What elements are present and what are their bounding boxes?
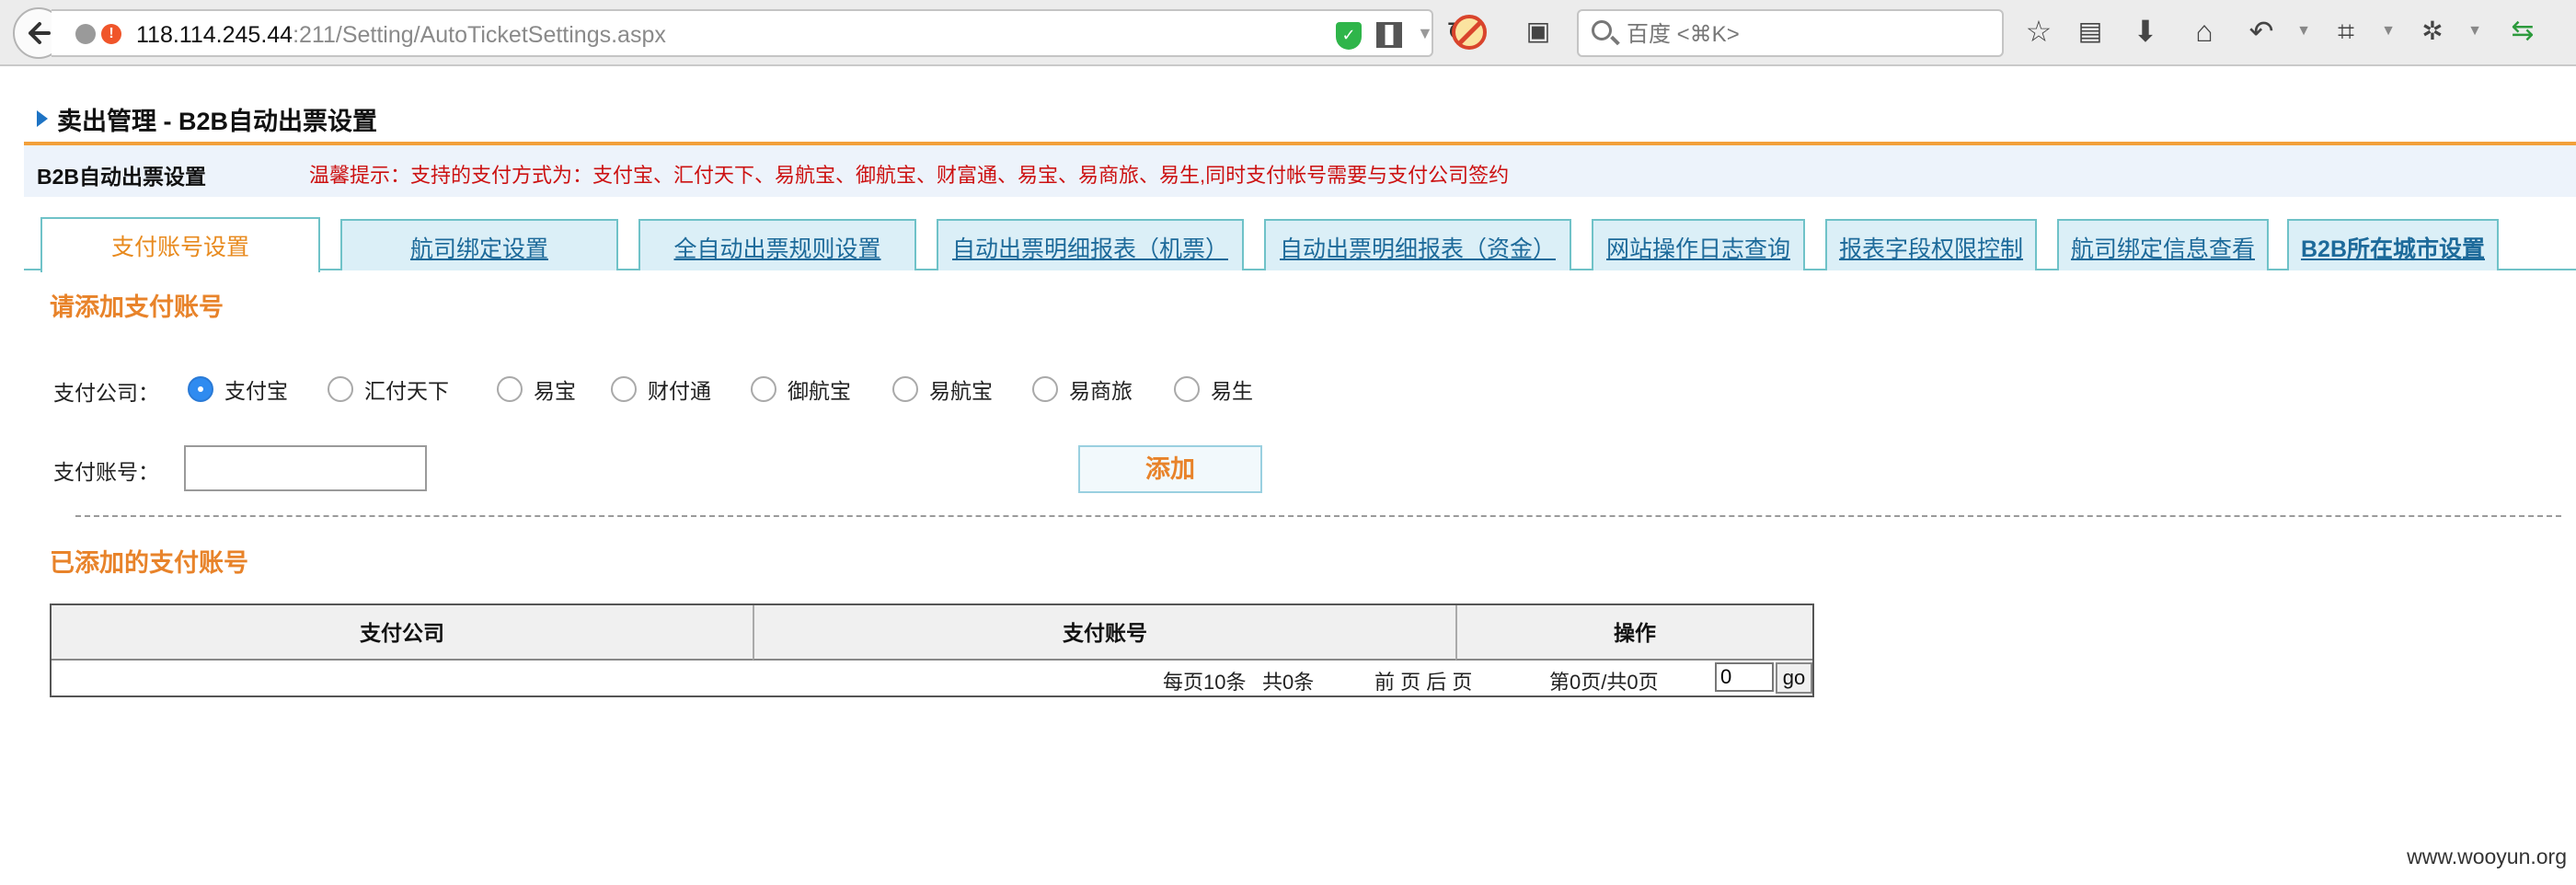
undo-icon[interactable]: ↶: [2243, 13, 2280, 50]
tab-operation-log[interactable]: 网站操作日志查询: [1592, 219, 1805, 270]
account-label: 支付账号：: [53, 460, 159, 484]
address-bar[interactable]: ! 118.114.245.44:211/Setting/AutoTicketS…: [52, 9, 1469, 57]
tab-airline-binding[interactable]: 航司绑定设置: [340, 219, 618, 270]
crop-icon[interactable]: ⌗: [2328, 13, 2364, 50]
browser-toolbar: ! 118.114.245.44:211/Setting/AutoTicketS…: [0, 0, 2576, 66]
radio-chinapnr[interactable]: 汇付天下: [328, 374, 449, 405]
radio-yeepay[interactable]: 易宝: [497, 374, 576, 405]
radio-yuhangbao[interactable]: 御航宝: [751, 374, 851, 405]
globe-icon: [75, 24, 96, 44]
notice-text: 温馨提示：支持的支付方式为：支付宝、汇付天下、易航宝、御航宝、财富通、易宝、易商…: [309, 164, 1510, 187]
crop-dropdown-icon[interactable]: ▼: [2370, 13, 2407, 50]
title-arrow-icon: [37, 110, 48, 127]
radio-yishanglv[interactable]: 易商旅: [1032, 374, 1133, 405]
insecure-warning-icon[interactable]: !: [101, 24, 121, 44]
url-text[interactable]: 118.114.245.44:211/Setting/AutoTicketSet…: [136, 21, 666, 49]
undo-dropdown-icon[interactable]: ▼: [2285, 13, 2322, 50]
radio-button[interactable]: [497, 376, 523, 402]
pager: 每页10条 共0条 前 页 后 页 第0页/共0页 go: [52, 661, 1812, 695]
account-input[interactable]: [184, 445, 427, 491]
notice-bar: B2B自动出票设置 温馨提示：支持的支付方式为：支付宝、汇付天下、易航宝、御航宝…: [24, 145, 2576, 197]
radio-button[interactable]: [328, 376, 353, 402]
radio-yihangbao[interactable]: 易航宝: [892, 374, 993, 405]
qr-code-icon[interactable]: [1376, 22, 1402, 48]
notice-label: B2B自动出票设置: [37, 165, 207, 189]
radio-button[interactable]: [611, 376, 637, 402]
sync-arrows-icon[interactable]: ⇆: [2504, 13, 2541, 50]
radio-button[interactable]: [751, 376, 776, 402]
tab-payment-account[interactable]: 支付账号设置: [40, 217, 320, 272]
pager-total: 共0条: [1262, 671, 1315, 694]
add-section-title: 请添加支付账号: [50, 293, 224, 321]
section-divider: [75, 515, 2561, 517]
tab-field-permission[interactable]: 报表字段权限控制: [1825, 219, 2037, 270]
radio-button[interactable]: [892, 376, 918, 402]
tab-b2b-city[interactable]: B2B所在城市设置: [2287, 219, 2499, 270]
search-icon: [1592, 20, 1612, 40]
page-title-row: 卖出管理 - B2B自动出票设置: [37, 103, 378, 135]
tab-fund-report[interactable]: 自动出票明细报表（资金）: [1264, 219, 1571, 270]
tab-airline-binding-info[interactable]: 航司绑定信息查看: [2057, 219, 2269, 270]
reader-icon[interactable]: ▣: [1520, 13, 1557, 50]
adblock-icon[interactable]: [1452, 15, 1487, 50]
watermark: www.wooyun.org: [2407, 845, 2567, 868]
tab-auto-ticket-rules[interactable]: 全自动出票规则设置: [638, 219, 916, 270]
bookmark-star-icon[interactable]: ☆: [2020, 13, 2057, 50]
radio-tenpay[interactable]: 财付通: [611, 374, 711, 405]
back-arrow-icon: [29, 22, 51, 44]
column-header-account: 支付账号: [753, 605, 1455, 661]
home-icon[interactable]: ⌂: [2186, 13, 2223, 50]
accounts-table: 支付公司 支付账号 操作 每页10条 共0条 前 页 后 页 第0页/共0页 g…: [50, 603, 1814, 697]
list-section-title: 已添加的支付账号: [50, 549, 248, 577]
url-dropdown-icon[interactable]: ▼: [1417, 24, 1433, 43]
radio-button[interactable]: [188, 376, 213, 402]
company-label: 支付公司：: [53, 381, 159, 405]
pager-per-page: 每页10条: [1163, 671, 1247, 694]
add-button[interactable]: 添加: [1078, 445, 1262, 493]
column-header-company: 支付公司: [52, 605, 753, 661]
page-number-input[interactable]: [1715, 662, 1774, 692]
page-title: 卖出管理 - B2B自动出票设置: [57, 107, 378, 135]
radio-yisheng[interactable]: 易生: [1174, 374, 1253, 405]
extension-icon[interactable]: ✲: [2414, 13, 2451, 50]
pager-page-info: 第0页/共0页: [1549, 671, 1659, 694]
download-icon[interactable]: ⬇: [2127, 13, 2164, 50]
go-button[interactable]: go: [1776, 662, 1812, 694]
pager-nav[interactable]: 前 页 后 页: [1374, 666, 1472, 695]
search-placeholder: 百度 <⌘K>: [1627, 22, 1740, 47]
bookmarks-list-icon[interactable]: ▤: [2072, 13, 2109, 50]
radio-button[interactable]: [1032, 376, 1058, 402]
column-header-action: 操作: [1455, 605, 1812, 661]
search-box[interactable]: 百度 <⌘K>: [1577, 9, 2004, 57]
tab-ticket-report[interactable]: 自动出票明细报表（机票）: [937, 219, 1244, 270]
shield-check-icon[interactable]: ✓: [1336, 22, 1362, 50]
radio-alipay[interactable]: 支付宝: [188, 374, 288, 405]
radio-button[interactable]: [1174, 376, 1200, 402]
extension-dropdown-icon[interactable]: ▼: [2456, 13, 2493, 50]
